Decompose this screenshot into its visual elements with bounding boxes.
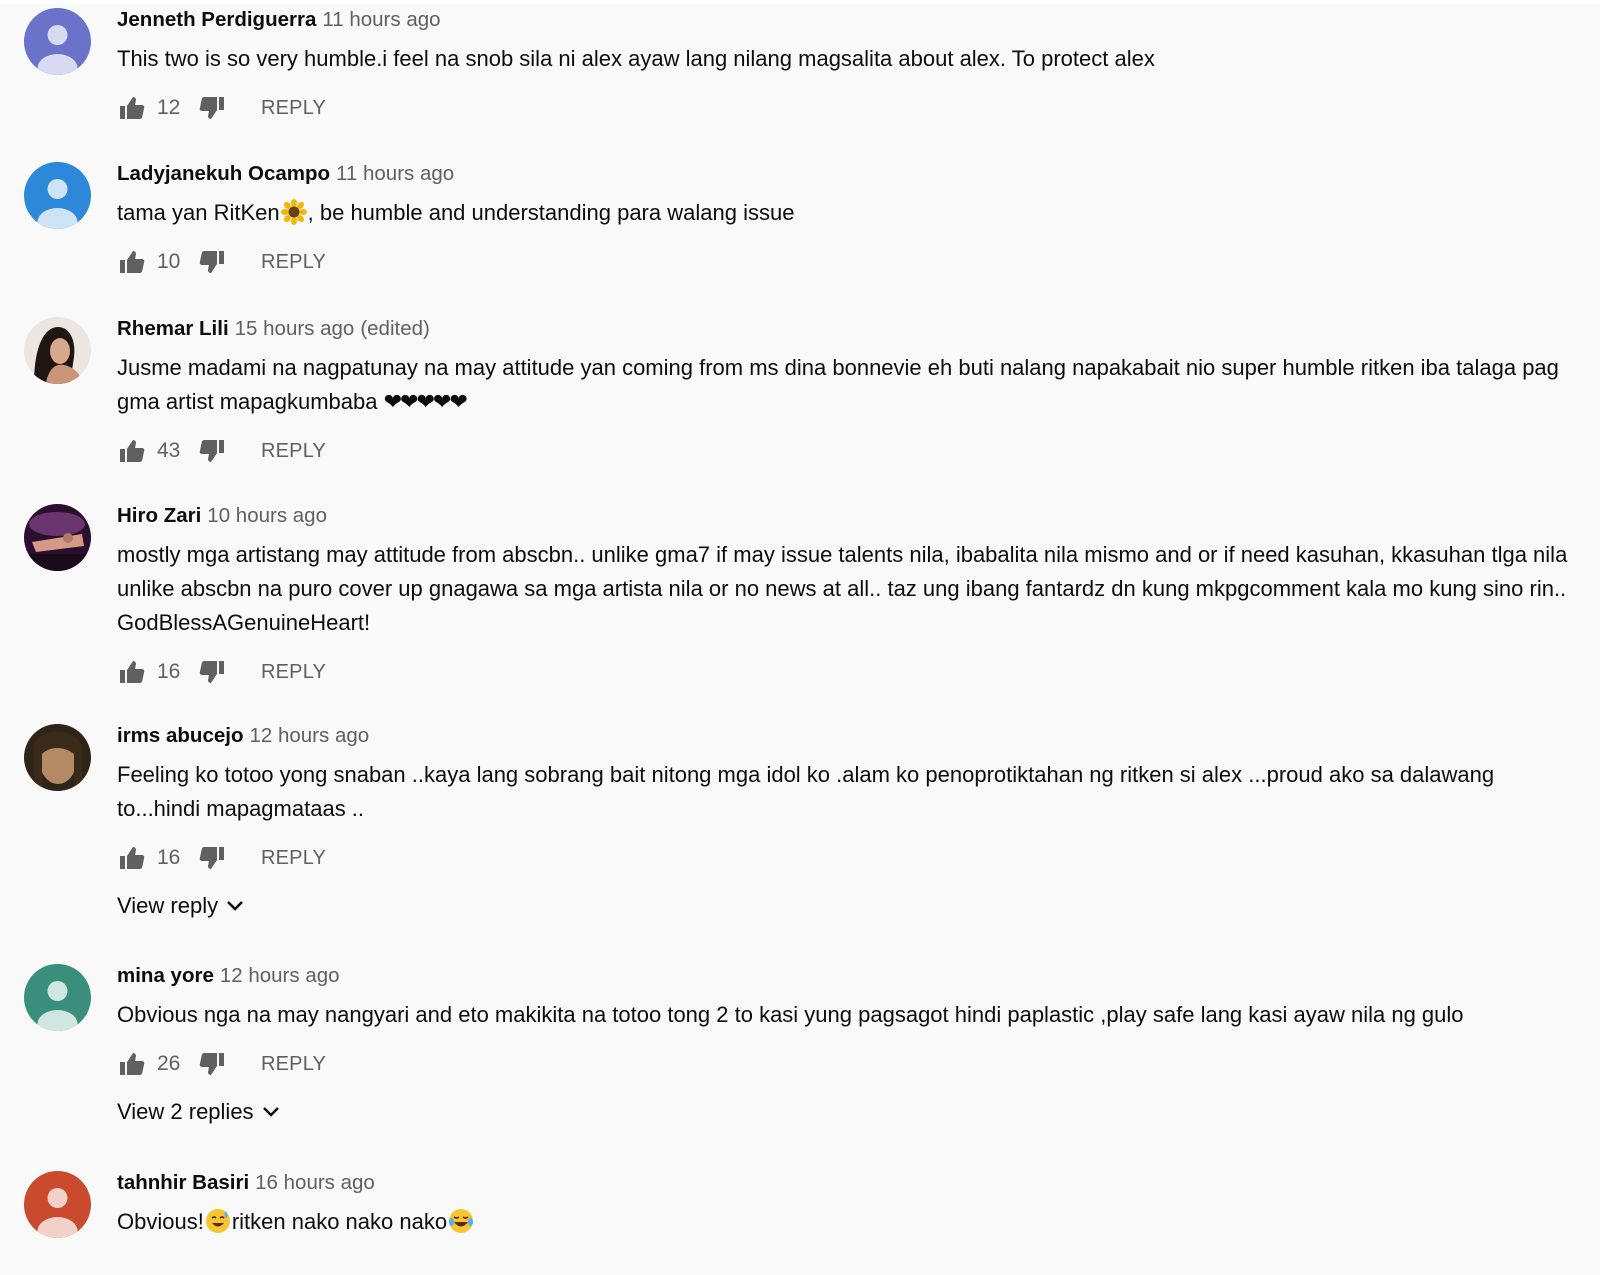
- comment-text: Obvious! ritken nako nako nako: [117, 1205, 1570, 1239]
- dislike-icon[interactable]: [197, 436, 227, 466]
- comment-author[interactable]: Hiro Zari: [117, 504, 201, 527]
- comment-text: Obvious nga na may nangyari and eto maki…: [117, 1002, 1464, 1027]
- default-avatar-icon: [24, 1171, 91, 1238]
- view-replies-button[interactable]: View reply: [117, 888, 1570, 924]
- comment-time[interactable]: 10 hours ago: [207, 504, 327, 527]
- user-photo-avatar: [24, 504, 91, 571]
- comment-author[interactable]: irms abucejo: [117, 724, 243, 747]
- view-replies-label: View 2 replies: [117, 1099, 254, 1124]
- comment-time[interactable]: 11 hours ago: [336, 162, 454, 185]
- comment-text: Feeling ko totoo yong snaban ..kaya lang…: [117, 762, 1495, 821]
- comment-author[interactable]: mina yore: [117, 964, 214, 987]
- comment-text-part: tama yan RitKen: [117, 200, 280, 225]
- like-count: 43: [157, 439, 181, 462]
- comment-text-part: , be humble and understanding para walan…: [307, 200, 795, 225]
- comment-time[interactable]: 12 hours ago: [220, 964, 340, 987]
- reply-button[interactable]: REPLY: [261, 661, 326, 684]
- reply-button[interactable]: REPLY: [261, 440, 326, 463]
- avatar[interactable]: [24, 317, 91, 384]
- comment-time[interactable]: 12 hours ago: [249, 724, 369, 747]
- dislike-icon[interactable]: [197, 657, 227, 687]
- default-avatar-icon: [24, 162, 91, 229]
- view-replies-button[interactable]: View 2 replies: [117, 1094, 1570, 1130]
- comment-text-part: Obvious!: [117, 1209, 204, 1234]
- default-avatar-icon: [24, 964, 91, 1031]
- view-replies-label: View reply: [117, 893, 219, 918]
- comment-text: This two is so very humble.i feel na sno…: [117, 46, 1155, 71]
- like-icon[interactable]: [117, 436, 147, 466]
- reply-button[interactable]: REPLY: [261, 97, 326, 120]
- comment-text: Jusme madami na nagpatunay na may attitu…: [117, 351, 1570, 419]
- comment-author[interactable]: Rhemar Lili: [117, 317, 229, 340]
- like-icon[interactable]: [117, 93, 147, 123]
- comment-text-part: Jusme madami na nagpatunay na may attitu…: [117, 355, 1559, 414]
- hearts-emoji: ❤❤❤❤❤: [383, 389, 468, 414]
- tears-of-joy-emoji-icon: [449, 1209, 474, 1233]
- avatar[interactable]: [24, 724, 91, 791]
- dislike-icon[interactable]: [197, 843, 227, 873]
- comment-text-part: ritken nako nako nako: [231, 1209, 448, 1234]
- like-count: 10: [157, 250, 181, 273]
- like-count: 16: [157, 846, 181, 869]
- user-photo-avatar: [24, 724, 91, 791]
- avatar[interactable]: [24, 964, 91, 1031]
- sunflower-icon: [280, 199, 307, 225]
- like-icon[interactable]: [117, 1049, 147, 1079]
- comment-author[interactable]: Ladyjanekuh Ocampo: [117, 162, 330, 185]
- comment-time[interactable]: 16 hours ago: [255, 1171, 375, 1194]
- avatar[interactable]: [24, 162, 91, 229]
- default-avatar-icon: [24, 8, 91, 75]
- avatar[interactable]: [24, 1171, 91, 1238]
- reply-button[interactable]: REPLY: [261, 1053, 326, 1076]
- like-count: 26: [157, 1052, 181, 1075]
- like-icon[interactable]: [117, 843, 147, 873]
- like-icon[interactable]: [117, 657, 147, 687]
- edited-label: (edited): [360, 317, 430, 340]
- user-photo-avatar: [24, 317, 91, 384]
- comment-author[interactable]: tahnhir Basiri: [117, 1171, 249, 1194]
- chevron-down-icon: [227, 901, 243, 911]
- chevron-down-icon: [262, 1107, 279, 1117]
- comment-time[interactable]: 15 hours ago: [235, 317, 355, 340]
- dislike-icon[interactable]: [197, 1049, 227, 1079]
- reply-button[interactable]: REPLY: [261, 847, 326, 870]
- like-count: 12: [157, 96, 181, 119]
- comment-author[interactable]: Jenneth Perdiguerra: [117, 8, 316, 31]
- dislike-icon[interactable]: [197, 247, 227, 277]
- avatar[interactable]: [24, 504, 91, 571]
- dislike-icon[interactable]: [197, 93, 227, 123]
- comment-text: tama yan RitKen , be humble and understan…: [117, 196, 1570, 230]
- like-count: 16: [157, 660, 181, 683]
- comment-text: mostly mga artistang may attitude from a…: [117, 542, 1568, 635]
- reply-button[interactable]: REPLY: [261, 251, 326, 274]
- grinning-sweat-emoji-icon: [205, 1209, 230, 1233]
- like-icon[interactable]: [117, 247, 147, 277]
- comment-time[interactable]: 11 hours ago: [322, 8, 440, 31]
- avatar[interactable]: [24, 8, 91, 75]
